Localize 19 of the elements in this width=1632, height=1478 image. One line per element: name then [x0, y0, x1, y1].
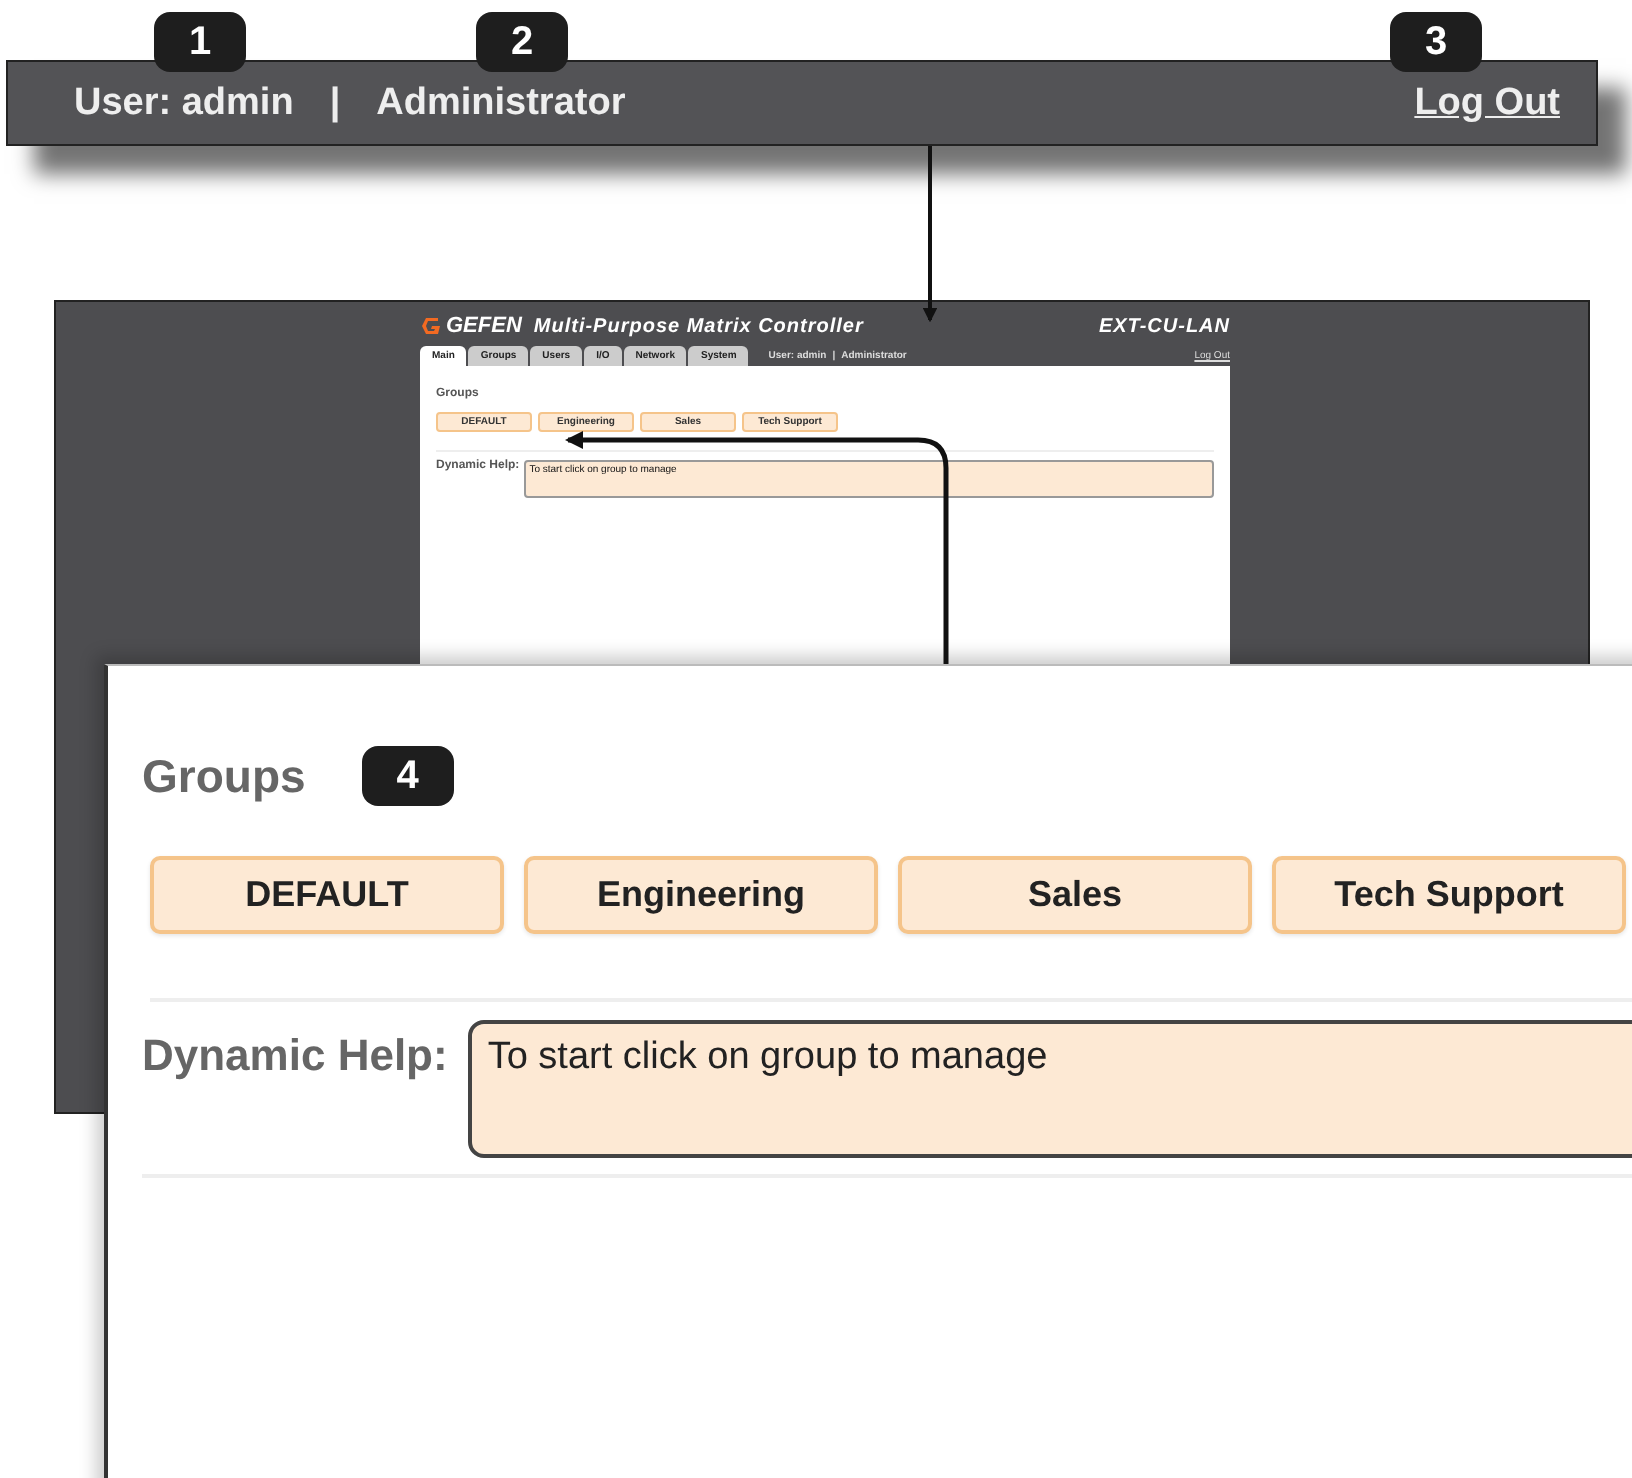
help-box: To start click on group to manage: [467, 1020, 1632, 1158]
group-button[interactable]: Tech Support: [1272, 856, 1626, 934]
callout-badge: 3: [1390, 12, 1482, 72]
role-label: Administrator: [376, 81, 626, 125]
separator: |: [329, 81, 341, 125]
callout-badge: 2: [476, 12, 568, 72]
help-label: Dynamic Help:: [142, 1030, 448, 1082]
group-button[interactable]: DEFAULT: [150, 856, 504, 934]
callout-badge: 1: [154, 12, 246, 72]
logout-link[interactable]: Log Out: [1414, 81, 1560, 125]
group-button[interactable]: Engineering: [524, 856, 878, 934]
model-name: EXT-CU-LAN: [1098, 315, 1230, 337]
logo-text: GEFEN: [446, 314, 522, 338]
group-button[interactable]: Sales: [898, 856, 1252, 934]
section-title: Groups: [142, 749, 306, 803]
user-label: User: admin: [74, 81, 294, 125]
callout-badge: 4: [361, 746, 454, 806]
app-title: Multi-Purpose Matrix Controller: [533, 315, 864, 337]
logo-icon: [420, 316, 440, 336]
